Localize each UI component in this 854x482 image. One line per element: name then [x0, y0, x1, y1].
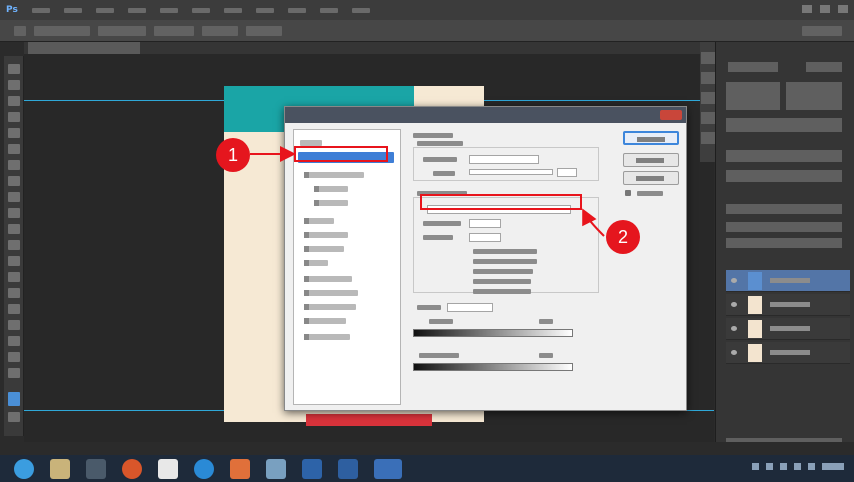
folder-icon[interactable]: [50, 458, 70, 479]
photoshop-icon[interactable]: [302, 458, 322, 479]
photos-icon[interactable]: [266, 458, 286, 479]
network-icon[interactable]: [780, 463, 787, 470]
callout-arrows: [250, 146, 605, 237]
callout-2-badge: 2: [606, 220, 640, 254]
tray-icon[interactable]: [766, 463, 773, 470]
media-player-icon[interactable]: [86, 458, 106, 479]
taskbar: [0, 455, 854, 482]
callout-2-arrow: [582, 208, 605, 237]
illustrator-icon[interactable]: [230, 458, 250, 479]
callout-1-badge: 1: [216, 138, 250, 172]
volume-icon[interactable]: [794, 463, 801, 470]
clock[interactable]: [822, 463, 844, 470]
photoshop-icon-active[interactable]: [374, 458, 402, 479]
app-icon[interactable]: [194, 458, 214, 479]
chrome-icon[interactable]: [14, 458, 34, 479]
flag-icon[interactable]: [808, 463, 815, 470]
gmail-icon[interactable]: [158, 458, 178, 479]
word-icon[interactable]: [338, 458, 358, 479]
system-tray: [752, 463, 844, 470]
firefox-icon[interactable]: [122, 458, 142, 479]
tray-icon[interactable]: [752, 463, 759, 470]
